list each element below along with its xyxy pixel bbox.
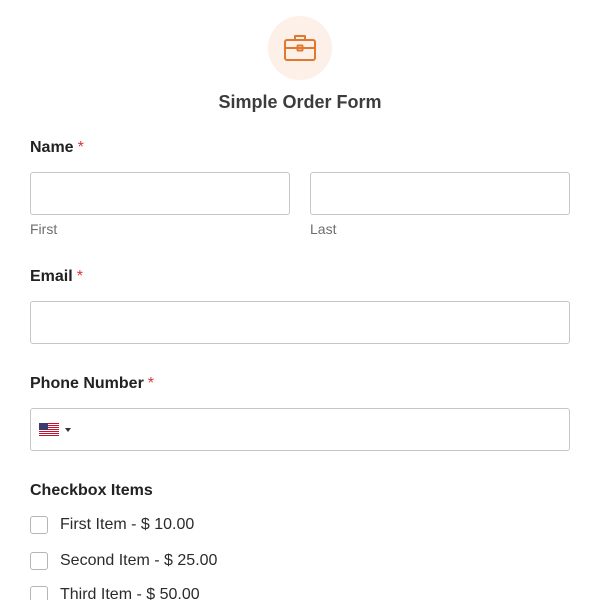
phone-field bbox=[30, 408, 570, 451]
briefcase-icon bbox=[284, 35, 316, 61]
form-icon-badge bbox=[268, 16, 332, 80]
chevron-down-icon bbox=[65, 427, 71, 432]
checkbox-item-first[interactable]: First Item - $ 10.00 bbox=[30, 516, 194, 534]
email-label: Email * bbox=[30, 268, 83, 286]
country-selector[interactable] bbox=[39, 423, 71, 436]
checkbox-item-second[interactable]: Second Item - $ 25.00 bbox=[30, 552, 217, 570]
email-label-text: Email bbox=[30, 268, 73, 285]
form-title: Simple Order Form bbox=[218, 92, 382, 112]
required-marker: * bbox=[147, 375, 155, 392]
required-marker: * bbox=[76, 268, 83, 285]
name-label: Name * bbox=[30, 139, 84, 157]
required-marker: * bbox=[77, 139, 84, 156]
checkbox-label[interactable]: First Item - $ 10.00 bbox=[60, 516, 194, 534]
checkbox[interactable] bbox=[30, 586, 48, 600]
last-name-input[interactable] bbox=[310, 172, 570, 215]
phone-input[interactable] bbox=[75, 410, 565, 449]
checkbox-items-label: Checkbox Items bbox=[30, 482, 153, 499]
email-input[interactable] bbox=[30, 301, 570, 344]
phone-label: Phone Number * bbox=[30, 375, 154, 393]
first-name-input[interactable] bbox=[30, 172, 290, 215]
us-flag-icon bbox=[39, 423, 59, 436]
checkbox-item-third[interactable]: Third Item - $ 50.00 bbox=[30, 586, 200, 600]
first-name-sublabel: First bbox=[30, 221, 58, 237]
checkbox-label[interactable]: Third Item - $ 50.00 bbox=[60, 586, 200, 600]
name-label-text: Name bbox=[30, 139, 74, 156]
phone-label-text: Phone Number bbox=[30, 375, 144, 392]
checkbox[interactable] bbox=[30, 552, 48, 570]
checkbox[interactable] bbox=[30, 516, 48, 534]
last-name-sublabel: Last bbox=[310, 221, 337, 237]
checkbox-label[interactable]: Second Item - $ 25.00 bbox=[60, 552, 217, 570]
